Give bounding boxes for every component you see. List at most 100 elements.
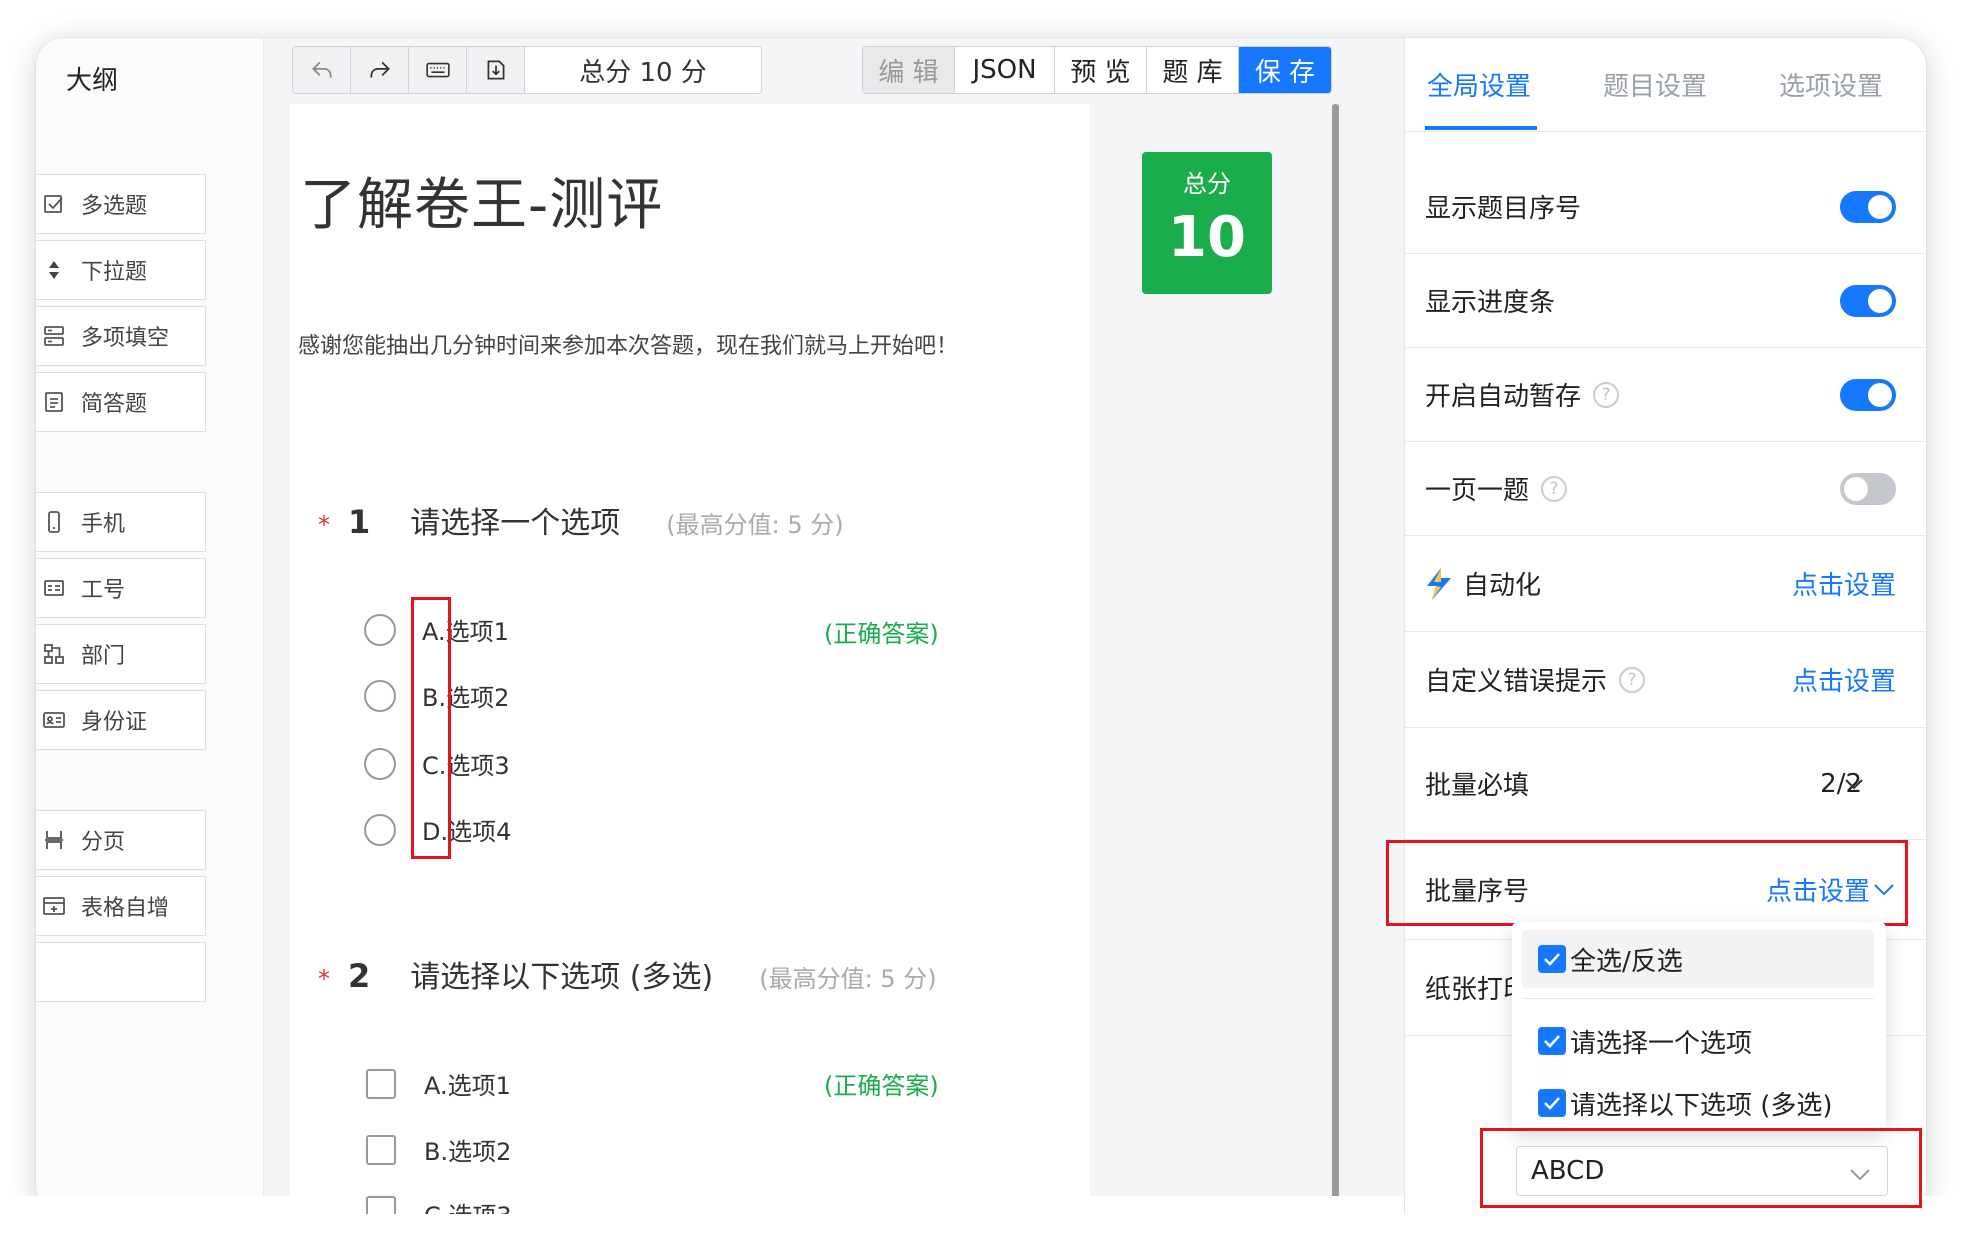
toggle-show-progress[interactable] [1840,284,1896,317]
palette-employee-id[interactable]: 工号 [36,558,206,618]
radio-button[interactable] [364,813,396,846]
outline-panel: 大纲 多选题 下拉题 多项填空 简答题 手机 工号 部门 身份证 分页 表格自增 [36,38,264,1214]
option-row[interactable]: A.选项1 [366,1066,511,1101]
chevron-down-icon[interactable] [1842,772,1866,796]
help-icon[interactable]: ? [1619,666,1646,693]
question-max-score: (最高分值: 5 分) [666,511,844,539]
required-mark: * [318,511,330,539]
dropdown-select-all[interactable]: 全选/反选 [1522,930,1874,988]
edit-button[interactable]: 编 辑 [863,47,955,93]
setting-label: 自定义错误提示 [1425,667,1608,697]
editor-toolbar: 总分 10 分 [292,46,762,94]
setting-auto-save: 开启自动暂存 ? [1405,348,1926,442]
setting-label: 一页一题 [1425,476,1530,506]
preview-button[interactable]: 预 览 [1055,47,1147,93]
import-icon[interactable] [467,47,525,93]
outline-title: 大纲 [66,66,119,96]
total-score: 总分 10 分 [525,47,761,93]
palette-short-answer[interactable]: 简答题 [36,372,206,432]
setting-batch-required: 批量必填 2/2 [1405,728,1926,840]
palette-label: 手机 [81,512,126,537]
question-bank-button[interactable]: 题 库 [1147,47,1239,93]
palette-department[interactable]: 部门 [36,624,206,684]
checkbox-checked-icon[interactable] [1538,945,1566,973]
annotation-box-numbering-style [1480,1128,1922,1208]
setting-custom-error: 自定义错误提示 ? 点击设置 [1405,632,1926,728]
save-button[interactable]: 保 存 [1239,47,1331,93]
setting-label: 显示题目序号 [1425,194,1582,224]
mode-toolbar: 编 辑 JSON 预 览 题 库 保 存 [862,46,1332,94]
active-tab-indicator [1425,126,1537,130]
required-mark: * [318,965,330,993]
help-icon[interactable]: ? [1541,475,1568,502]
multi-fill-icon [39,324,69,348]
canvas-scrollbar[interactable] [1332,104,1339,1214]
palette-item-partial[interactable] [36,942,206,1002]
batch-number-dropdown: 全选/反选 请选择一个选项 请选择以下选项 (多选) [1512,922,1886,1130]
palette-label: 分页 [81,830,126,855]
radio-button[interactable] [364,679,396,712]
checkbox[interactable] [366,1134,396,1165]
setting-automation: 自动化 点击设置 [1405,536,1926,632]
toggle-one-per-page[interactable] [1840,472,1896,505]
help-icon[interactable]: ? [1593,381,1620,408]
option-row[interactable]: C.选项3 [366,1196,512,1214]
keyboard-icon[interactable] [409,47,467,93]
palette-multi-fill[interactable]: 多项填空 [36,306,206,366]
radio-button[interactable] [364,747,396,780]
sort-arrows-icon [39,258,69,282]
checkbox[interactable] [366,1068,396,1099]
palette-page-break[interactable]: 分页 [36,810,206,870]
correct-answer-label[interactable]: (正确答案) [824,614,939,649]
checkbox[interactable] [366,1196,396,1214]
annotation-box-option-letters [411,597,451,859]
automation-settings-link[interactable]: 点击设置 [1792,565,1896,602]
survey-title[interactable]: 了解卷王-测评 [300,160,663,241]
palette-label: 下拉题 [81,260,148,285]
score-badge: 总分 10 [1142,152,1272,294]
checkbox-checked-icon[interactable] [1538,1027,1566,1055]
palette-multiple-choice[interactable]: 多选题 [36,174,206,234]
survey-description[interactable]: 感谢您能抽出几分钟时间来参加本次答题，现在我们就马上开始吧！ [298,328,958,360]
score-badge-value: 10 [1168,205,1246,270]
palette-dropdown[interactable]: 下拉题 [36,240,206,300]
palette-table-autoincrement[interactable]: 表格自增 [36,876,206,936]
custom-error-settings-link[interactable]: 点击设置 [1792,661,1896,698]
json-button[interactable]: JSON [955,47,1055,93]
tab-option-settings[interactable]: 选项设置 [1779,66,1883,103]
dropdown-item-label: 全选/反选 [1570,946,1683,977]
tab-question-settings[interactable]: 题目设置 [1603,66,1707,103]
checkbox-checked-icon[interactable] [1538,1089,1566,1117]
question-number: 2 [348,957,371,995]
radio-button[interactable] [364,613,396,646]
table-add-icon [39,894,69,918]
option-label: A.选项1 [424,1072,511,1100]
question-text: 请选择一个选项 [410,506,621,541]
palette-label: 部门 [81,644,126,669]
option-label: C.选项3 [424,1196,512,1214]
correct-answer-label[interactable]: (正确答案) [824,1066,939,1101]
palette-label: 多选题 [81,194,148,219]
question-max-score: (最高分值: 5 分) [759,965,937,993]
dropdown-item[interactable]: 请选择一个选项 [1522,1012,1874,1070]
palette-label: 简答题 [81,392,148,417]
id-badge-icon [39,576,69,600]
settings-tabs: 全局设置 题目设置 选项设置 [1405,38,1926,132]
setting-show-progress: 显示进度条 [1405,254,1926,348]
score-badge-label: 总分 [1183,170,1231,198]
toggle-auto-save[interactable] [1840,378,1896,411]
tab-global-settings[interactable]: 全局设置 [1427,66,1531,103]
option-row[interactable]: B.选项2 [366,1132,511,1167]
dropdown-item-label: 请选择以下选项 (多选) [1570,1090,1833,1121]
palette-label: 身份证 [81,710,148,735]
redo-icon[interactable] [351,47,409,93]
dropdown-item[interactable]: 请选择以下选项 (多选) [1522,1074,1874,1132]
palette-label: 多项填空 [81,326,170,351]
palette-id-card[interactable]: 身份证 [36,690,206,750]
toggle-show-number[interactable] [1840,190,1896,223]
undo-icon[interactable] [293,47,351,93]
question-2-header[interactable]: * 2 请选择以下选项 (多选) (最高分值: 5 分) [318,952,937,996]
palette-phone[interactable]: 手机 [36,492,206,552]
dropdown-divider [1522,998,1874,999]
question-1-header[interactable]: * 1 请选择一个选项 (最高分值: 5 分) [318,498,844,542]
